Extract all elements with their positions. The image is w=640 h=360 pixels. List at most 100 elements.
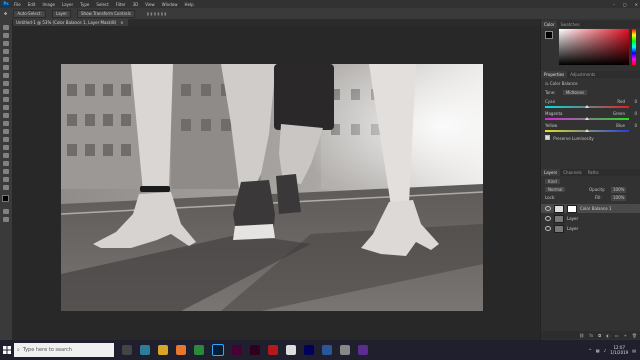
clone-tool-icon[interactable] bbox=[3, 89, 9, 94]
photoshop-icon[interactable] bbox=[212, 344, 224, 356]
eyedropper-tool-icon[interactable] bbox=[3, 65, 9, 70]
tab-swatches[interactable]: Swatches bbox=[557, 21, 582, 28]
preserve-luminosity-checkbox[interactable] bbox=[545, 135, 550, 140]
app-icon[interactable] bbox=[358, 345, 368, 355]
menu-type[interactable]: Type bbox=[80, 2, 89, 7]
app-icon[interactable] bbox=[140, 345, 150, 355]
menu-window[interactable]: Window bbox=[162, 2, 178, 7]
visibility-eye-icon[interactable] bbox=[545, 206, 551, 211]
add-mask-icon[interactable]: ◘ bbox=[598, 333, 601, 338]
tray-up-icon[interactable]: ^ bbox=[589, 348, 592, 353]
slider-thumb[interactable] bbox=[585, 117, 589, 120]
link-layers-icon[interactable]: ⛓ bbox=[579, 333, 584, 338]
layer-row[interactable]: Layer bbox=[541, 214, 640, 223]
adobe-app-icon[interactable] bbox=[250, 345, 260, 355]
new-adjustment-icon[interactable]: ◐ bbox=[606, 333, 610, 338]
visibility-eye-icon[interactable] bbox=[545, 226, 551, 231]
new-layer-icon[interactable]: + bbox=[624, 333, 627, 338]
chrome-icon[interactable] bbox=[286, 345, 296, 355]
brush-tool-icon[interactable] bbox=[3, 81, 9, 86]
tab-color[interactable]: Color bbox=[541, 21, 558, 28]
file-explorer-icon[interactable] bbox=[158, 345, 168, 355]
move-tool-icon[interactable]: ✥ bbox=[4, 11, 7, 16]
pen-tool-icon[interactable] bbox=[3, 137, 9, 142]
adobe-cc-icon[interactable] bbox=[268, 345, 278, 355]
layer-row-color-balance[interactable]: Color Balance 1 bbox=[541, 204, 640, 213]
delete-layer-icon[interactable]: 🗑 bbox=[632, 333, 637, 338]
close-tab-icon[interactable]: × bbox=[120, 19, 123, 26]
yellow-blue-slider[interactable] bbox=[545, 129, 629, 132]
magenta-green-slider[interactable] bbox=[545, 117, 629, 120]
move-tool-icon[interactable] bbox=[3, 25, 9, 30]
menu-layer[interactable]: Layer bbox=[62, 2, 73, 7]
healing-tool-icon[interactable] bbox=[3, 73, 9, 78]
eraser-tool-icon[interactable] bbox=[3, 105, 9, 110]
type-tool-icon[interactable] bbox=[3, 145, 9, 150]
tab-adjustments[interactable]: Adjustments bbox=[567, 71, 598, 78]
document-tab[interactable]: Untitled-1 @ 53% (Color Balance 1, Layer… bbox=[12, 19, 128, 26]
foreground-color-swatch[interactable] bbox=[2, 195, 9, 202]
path-select-tool-icon[interactable] bbox=[3, 153, 9, 158]
slider-thumb[interactable] bbox=[585, 129, 589, 132]
notifications-icon[interactable]: ▤ bbox=[632, 348, 636, 353]
menu-edit[interactable]: Edit bbox=[28, 2, 36, 7]
layer-row[interactable]: Layer bbox=[541, 224, 640, 233]
tab-channels[interactable]: Channels bbox=[560, 169, 585, 176]
clock[interactable]: 12:07 1/1/2019 bbox=[610, 345, 628, 355]
slider-value[interactable]: 0 bbox=[634, 99, 637, 105]
fill-value[interactable]: 100% bbox=[611, 195, 627, 201]
history-brush-tool-icon[interactable] bbox=[3, 97, 9, 102]
color-foreground-swatch[interactable] bbox=[545, 31, 553, 39]
blur-tool-icon[interactable] bbox=[3, 121, 9, 126]
quick-select-tool-icon[interactable] bbox=[3, 49, 9, 54]
hand-tool-icon[interactable] bbox=[3, 169, 9, 174]
slider-thumb[interactable] bbox=[585, 105, 589, 108]
align-icons[interactable]: ▮ ▮ ▮ ▮ ▮ ▮ bbox=[147, 11, 167, 16]
menu-file[interactable]: File bbox=[14, 2, 21, 7]
screen-mode-icon[interactable] bbox=[3, 217, 9, 222]
taskbar-search[interactable]: ⌕ Type here to search bbox=[14, 343, 114, 357]
layer-filter-kind[interactable]: Kind bbox=[545, 179, 560, 184]
marquee-tool-icon[interactable] bbox=[3, 33, 9, 38]
tab-paths[interactable]: Paths bbox=[585, 169, 602, 176]
firefox-icon[interactable] bbox=[176, 345, 186, 355]
shape-tool-icon[interactable] bbox=[3, 161, 9, 166]
tab-properties[interactable]: Properties bbox=[541, 71, 568, 78]
maximize-icon[interactable]: ▢ bbox=[623, 2, 627, 7]
zoom-tool-icon[interactable] bbox=[3, 177, 9, 182]
menu-help[interactable]: Help bbox=[184, 2, 193, 7]
after-effects-icon[interactable] bbox=[232, 345, 242, 355]
start-button[interactable] bbox=[0, 340, 14, 360]
crop-tool-icon[interactable] bbox=[3, 57, 9, 62]
cyan-red-slider[interactable] bbox=[545, 105, 629, 108]
blend-mode-dropdown[interactable]: Normal bbox=[545, 187, 566, 192]
document-image[interactable] bbox=[61, 64, 483, 311]
lasso-tool-icon[interactable] bbox=[3, 41, 9, 46]
menu-image[interactable]: Image bbox=[42, 2, 55, 7]
gradient-tool-icon[interactable] bbox=[3, 113, 9, 118]
minimize-icon[interactable]: – bbox=[613, 2, 615, 7]
app-icon[interactable] bbox=[194, 345, 204, 355]
menu-select[interactable]: Select bbox=[96, 2, 108, 7]
slider-value[interactable]: 0 bbox=[634, 123, 637, 129]
show-transform-checkbox[interactable]: Show Transform Controls bbox=[77, 9, 135, 18]
more-tools-icon[interactable] bbox=[3, 185, 9, 190]
tab-layers[interactable]: Layers bbox=[541, 169, 561, 176]
hue-slider[interactable] bbox=[632, 29, 636, 65]
network-icon[interactable]: ▦ bbox=[596, 348, 600, 353]
menu-view[interactable]: View bbox=[145, 2, 155, 7]
dodge-tool-icon[interactable] bbox=[3, 129, 9, 134]
quick-mask-icon[interactable] bbox=[3, 209, 9, 214]
slider-value[interactable]: 0 bbox=[634, 111, 637, 117]
fx-icon[interactable]: fx bbox=[589, 333, 593, 338]
menu-filter[interactable]: Filter bbox=[116, 2, 126, 7]
menu-3d[interactable]: 3D bbox=[133, 2, 139, 7]
layer-mask-thumbnail[interactable] bbox=[567, 204, 577, 213]
new-group-icon[interactable]: ▭ bbox=[615, 333, 619, 338]
color-picker-field[interactable] bbox=[559, 29, 629, 65]
close-window-icon[interactable]: ✕ bbox=[635, 2, 638, 7]
tone-dropdown[interactable]: Midtones bbox=[562, 90, 588, 95]
task-view-icon[interactable] bbox=[122, 345, 132, 355]
auto-select-dropdown[interactable]: Layer bbox=[51, 9, 72, 18]
opacity-value[interactable]: 100% bbox=[611, 187, 627, 193]
